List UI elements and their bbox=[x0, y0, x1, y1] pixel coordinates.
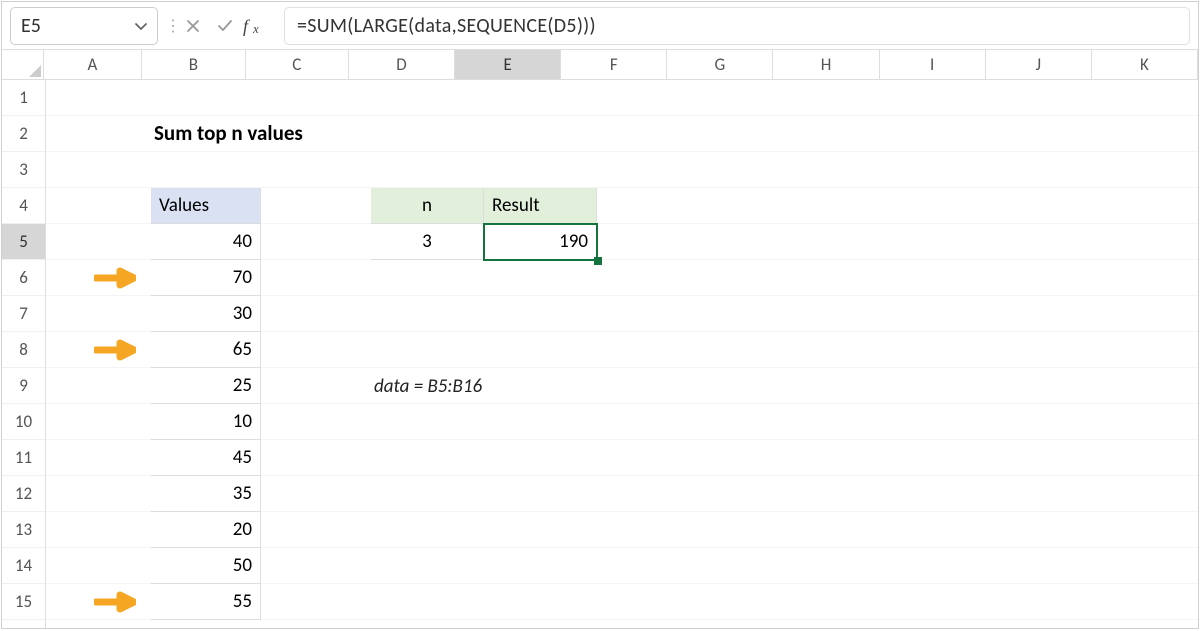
values-cell[interactable]: 10 bbox=[151, 404, 261, 440]
values-cell[interactable]: 45 bbox=[151, 440, 261, 476]
select-all-corner[interactable] bbox=[2, 50, 44, 79]
values-cell[interactable]: 40 bbox=[151, 224, 261, 260]
row-header-7[interactable]: 7 bbox=[2, 296, 45, 332]
row-header-5[interactable]: 5 bbox=[2, 224, 45, 260]
row-header-6[interactable]: 6 bbox=[2, 260, 45, 296]
n-value-cell[interactable]: 3 bbox=[371, 224, 484, 260]
col-header-f[interactable]: F bbox=[561, 50, 667, 79]
values-cell[interactable]: 25 bbox=[151, 368, 261, 404]
result-cell[interactable]: 190 bbox=[484, 224, 597, 260]
row-header-4[interactable]: 4 bbox=[2, 188, 45, 224]
formula-bar: E5 ⋮ f x =SUM(LARGE(data,SEQUENCE(D5))) bbox=[2, 2, 1198, 50]
col-header-g[interactable]: G bbox=[667, 50, 773, 79]
fx-icon: f x bbox=[243, 16, 271, 36]
column-headers: ABCDEFGHIJK bbox=[2, 50, 1198, 80]
col-header-c[interactable]: C bbox=[246, 50, 349, 79]
name-box[interactable]: E5 bbox=[10, 7, 158, 45]
row-headers: 123456789101112131415 bbox=[2, 80, 46, 628]
values-cell[interactable]: 35 bbox=[151, 476, 261, 512]
row-header-11[interactable]: 11 bbox=[2, 440, 45, 476]
x-icon bbox=[185, 18, 201, 34]
col-header-b[interactable]: B bbox=[142, 50, 245, 79]
row-header-1[interactable]: 1 bbox=[2, 80, 45, 116]
row-header-3[interactable]: 3 bbox=[2, 152, 45, 188]
col-header-e[interactable]: E bbox=[455, 50, 561, 79]
values-cell[interactable]: 65 bbox=[151, 332, 261, 368]
col-header-k[interactable]: K bbox=[1092, 50, 1198, 79]
row-header-15[interactable]: 15 bbox=[2, 584, 45, 620]
highlight-arrow-icon bbox=[94, 267, 136, 289]
formula-input[interactable]: =SUM(LARGE(data,SEQUENCE(D5))) bbox=[284, 7, 1190, 45]
highlight-arrow-icon bbox=[94, 339, 136, 361]
row-header-13[interactable]: 13 bbox=[2, 512, 45, 548]
row-header-8[interactable]: 8 bbox=[2, 332, 45, 368]
page-title: Sum top n values bbox=[154, 120, 303, 146]
result-header[interactable]: Result bbox=[484, 188, 597, 224]
accept-formula-button[interactable] bbox=[210, 7, 240, 45]
insert-function-button[interactable]: f x bbox=[242, 7, 272, 45]
n-header[interactable]: n bbox=[371, 188, 484, 224]
row-header-12[interactable]: 12 bbox=[2, 476, 45, 512]
formula-text: =SUM(LARGE(data,SEQUENCE(D5))) bbox=[297, 14, 596, 38]
chevron-down-icon bbox=[133, 18, 149, 34]
col-header-a[interactable]: A bbox=[44, 50, 143, 79]
values-cell[interactable]: 70 bbox=[151, 260, 261, 296]
values-cell[interactable]: 20 bbox=[151, 512, 261, 548]
row-header-2[interactable]: 2 bbox=[2, 116, 45, 152]
row-header-10[interactable]: 10 bbox=[2, 404, 45, 440]
row-header-14[interactable]: 14 bbox=[2, 548, 45, 584]
values-header[interactable]: Values bbox=[151, 188, 261, 224]
select-all-icon bbox=[29, 65, 41, 77]
col-header-j[interactable]: J bbox=[986, 50, 1092, 79]
named-range-note: data = B5:B16 bbox=[374, 375, 482, 398]
sheet-area: 123456789101112131415 Sum top n values V… bbox=[2, 80, 1198, 628]
svg-text:x: x bbox=[252, 21, 259, 36]
col-header-d[interactable]: D bbox=[349, 50, 455, 79]
row-header-9[interactable]: 9 bbox=[2, 368, 45, 404]
values-cell[interactable]: 30 bbox=[151, 296, 261, 332]
col-header-i[interactable]: I bbox=[880, 50, 986, 79]
highlight-arrow-icon bbox=[94, 591, 136, 613]
cancel-formula-button[interactable] bbox=[178, 7, 208, 45]
col-header-h[interactable]: H bbox=[773, 50, 879, 79]
values-cell[interactable]: 50 bbox=[151, 548, 261, 584]
grid[interactable]: Sum top n values Values n Result 3 190 d… bbox=[46, 80, 1198, 628]
svg-text:f: f bbox=[243, 16, 251, 36]
check-icon bbox=[216, 17, 234, 35]
name-box-value: E5 bbox=[21, 14, 41, 38]
values-cell[interactable]: 55 bbox=[151, 584, 261, 620]
